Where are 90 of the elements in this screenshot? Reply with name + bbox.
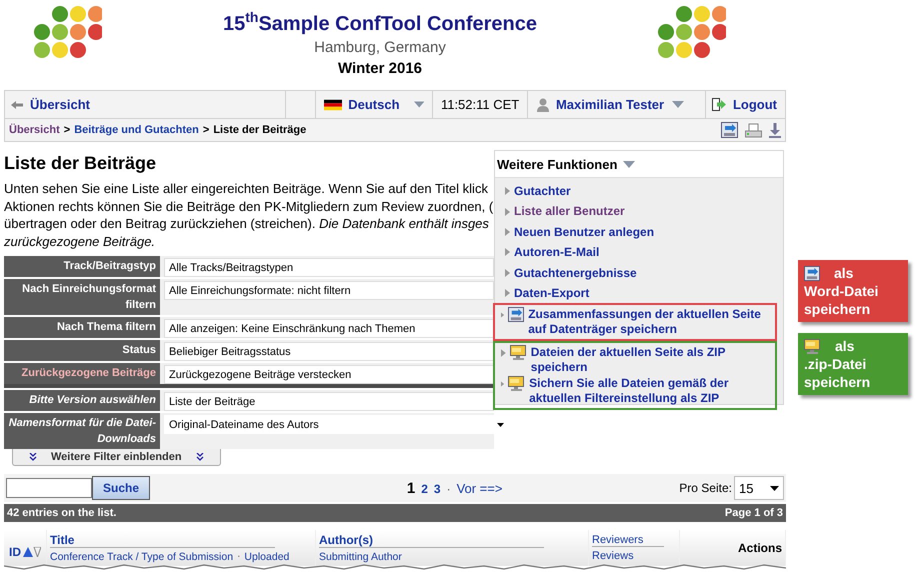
breadcrumb-link[interactable]: Übersicht xyxy=(9,124,60,136)
more-filters-button[interactable]: Weitere Filter einblenden xyxy=(12,449,221,466)
bullet-icon xyxy=(501,380,504,388)
caret-icon xyxy=(497,422,504,426)
filter-select[interactable]: Liste der Beiträge xyxy=(164,392,494,411)
function-link[interactable]: Zusammenfassungen der aktuellen Seite auf Datenträger speichern xyxy=(501,307,773,338)
person-icon xyxy=(536,98,550,112)
save-icon xyxy=(508,307,524,322)
function-link[interactable]: Liste aller Benutzer xyxy=(505,201,783,222)
pager-separator: · xyxy=(446,482,451,496)
save-icon[interactable] xyxy=(721,122,738,138)
sort-icon[interactable] xyxy=(23,547,41,557)
function-link[interactable]: Sichern Sie alle Dateien gemäß der aktuellen Filtereinstellung als ZIP xyxy=(501,376,773,406)
chevron-down-icon xyxy=(196,453,204,461)
header-separator: · xyxy=(237,551,240,563)
breadcrumb-separator: > xyxy=(202,124,210,136)
page-indicator: Page 1 of 3 xyxy=(724,507,783,519)
logout-link[interactable]: Logout xyxy=(706,91,785,118)
computer-icon xyxy=(510,345,527,360)
bullet-icon xyxy=(501,349,506,358)
bullet-icon xyxy=(505,268,510,277)
callout-text: als xyxy=(834,264,854,282)
conference-date: Winter 2016 xyxy=(336,59,424,79)
bullet-icon xyxy=(505,248,510,256)
per-page-select[interactable]: 15 xyxy=(734,476,784,500)
function-link[interactable]: Gutachter xyxy=(505,181,783,202)
bullet-icon xyxy=(501,311,504,320)
column-header[interactable]: Reviewers xyxy=(592,534,664,547)
chevron-down-icon xyxy=(29,453,37,461)
page-link[interactable]: 3 xyxy=(434,482,441,496)
filter-label: Nach Thema filtern xyxy=(4,317,160,338)
search-field[interactable] xyxy=(6,478,92,498)
function-link[interactable]: Autoren-E-Mail xyxy=(505,242,783,263)
dots-logo xyxy=(658,4,726,60)
callout-text: .zip-Datei speichern xyxy=(804,355,872,391)
description-text: Unten sehen Sie eine Liste aller eingereichten Beiträge. Wenn Sie auf den Titel klick Aktionen rechts können Sie die Beiträge den PK-Mitgliedern zum Review zuordnen, ( übertragen oder den Beitrag zurückziehen (streichen). Die Datenbank enthält insges zurückgezogene Beiträge. xyxy=(4,180,494,250)
flag-icon xyxy=(324,98,342,110)
caret-icon xyxy=(414,101,424,108)
breadcrumb-link[interactable]: Beiträge und Gutachten xyxy=(74,124,199,136)
panel-title[interactable]: Weitere Funktionen xyxy=(495,151,783,178)
caret-icon xyxy=(770,486,779,490)
back-arrow-icon xyxy=(11,100,24,110)
print-icon[interactable] xyxy=(745,122,762,138)
filter-label: Status xyxy=(4,340,160,361)
callout-text: als xyxy=(835,337,854,355)
dots-logo xyxy=(34,4,102,60)
column-header[interactable]: ID xyxy=(9,545,21,559)
page-link[interactable]: 1 xyxy=(406,480,416,496)
filter-label: Namensformat für die Datei-Downloads xyxy=(4,413,160,449)
per-page-label: Pro Seite: xyxy=(679,481,732,495)
column-subheader[interactable]: Reviews xyxy=(592,550,634,562)
column-subheader[interactable]: Conference Track / Type of Submission xyxy=(50,551,234,563)
function-link[interactable]: Gutachtenergebnisse xyxy=(505,262,783,284)
bullet-icon xyxy=(505,208,510,216)
search-button[interactable]: Suche xyxy=(92,476,150,500)
next-page-link[interactable]: Vor ==> xyxy=(456,480,502,496)
bullet-icon xyxy=(505,289,510,298)
entry-count: 42 entries on the list. xyxy=(7,507,116,519)
bullet-icon xyxy=(505,228,510,236)
filter-label: Zurückgezogene Beiträge xyxy=(4,363,160,384)
filter-select[interactable]: Alle Tracks/Beitragstypen xyxy=(164,258,494,277)
conference-title: 15$^{th}$Sample ConfTool Conference xyxy=(222,12,537,36)
breadcrumb-current: Liste der Beiträge xyxy=(213,124,306,136)
bullet-icon xyxy=(505,187,510,196)
computer-icon xyxy=(508,376,526,392)
column-header: Actions xyxy=(738,541,782,555)
column-header[interactable]: Author(s) xyxy=(319,533,544,548)
filter-label: Nach Einreichungsformat filtern xyxy=(4,279,160,315)
column-subheader[interactable]: Submitting Author xyxy=(319,551,402,563)
caret-icon xyxy=(623,160,636,168)
function-link[interactable]: Neuen Benutzer anlegen xyxy=(505,222,783,242)
page-heading: Liste der Beiträge xyxy=(4,152,158,174)
breadcrumb-separator: > xyxy=(64,124,70,136)
filter-label: Bitte Version auswählen xyxy=(4,390,160,411)
filter-label: Track/Beitragstyp xyxy=(4,256,160,277)
save-icon xyxy=(804,266,820,280)
callout-text: Word-Datei speichern xyxy=(804,282,880,318)
filter-select[interactable]: Beliebiger Beitragsstatus xyxy=(164,342,494,361)
computer-icon xyxy=(804,338,821,354)
filter-select[interactable]: Zurückgezogene Beiträge verstecken xyxy=(164,365,494,384)
page-link[interactable]: 2 xyxy=(421,482,428,496)
download-icon[interactable] xyxy=(769,122,781,138)
caret-icon xyxy=(672,101,684,108)
function-link[interactable]: Daten-Export xyxy=(505,283,783,304)
column-header[interactable]: Title xyxy=(50,533,275,548)
filter-select[interactable]: Alle Einreichungsformate: nicht filtern xyxy=(164,281,494,300)
exit-icon xyxy=(712,98,727,111)
column-subheader[interactable]: Uploaded xyxy=(244,551,290,563)
filter-select[interactable]: Alle anzeigen: Keine Einschränkung nach Themen xyxy=(164,319,494,338)
conference-location: Hamburg, Germany xyxy=(313,38,447,58)
